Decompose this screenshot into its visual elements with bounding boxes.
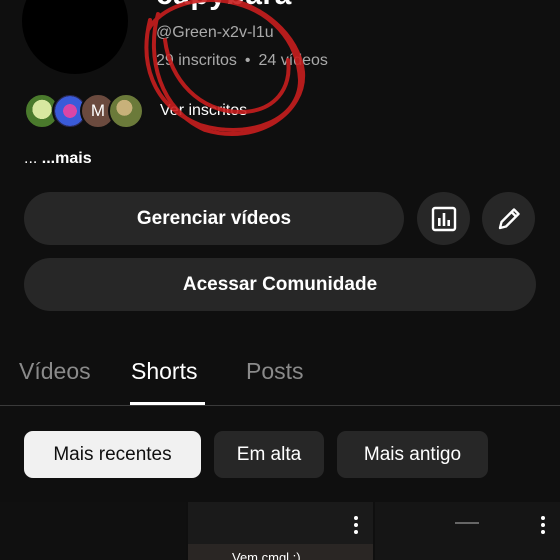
- analytics-button[interactable]: [417, 192, 470, 245]
- view-subscribers-link[interactable]: Ver inscritos: [160, 102, 247, 120]
- video-count: 24 vídeos: [258, 52, 328, 69]
- channel-description[interactable]: ... ...mais: [24, 150, 92, 168]
- thumbnail-image: [455, 522, 479, 524]
- more-options-icon[interactable]: [353, 516, 359, 536]
- short-thumbnail[interactable]: [375, 502, 560, 560]
- description-text: ...: [24, 150, 42, 167]
- subscriber-count: 29 inscritos: [156, 52, 237, 69]
- filter-chip-recent[interactable]: Mais recentes: [24, 431, 201, 478]
- more-options-icon[interactable]: [540, 516, 546, 536]
- edit-channel-button[interactable]: [482, 192, 535, 245]
- tab-shorts[interactable]: Shorts: [131, 358, 197, 385]
- channel-handle: @Green-x2v-l1u: [156, 24, 274, 41]
- channel-stats: 29 inscritos • 24 vídeos: [156, 52, 328, 70]
- channel-name: capybara: [156, 0, 292, 12]
- active-tab-indicator: [130, 402, 205, 405]
- subscriber-avatar: [108, 93, 144, 129]
- stats-separator: •: [244, 52, 251, 69]
- subscribers-preview[interactable]: M Ver inscritos: [24, 92, 247, 130]
- channel-avatar[interactable]: [22, 0, 128, 74]
- short-thumbnail[interactable]: Vem cmgl ;): [188, 502, 373, 560]
- filter-chip-oldest[interactable]: Mais antigo: [337, 431, 488, 478]
- pencil-icon: [498, 207, 520, 229]
- community-button[interactable]: Acessar Comunidade: [24, 258, 536, 311]
- analytics-icon: [431, 206, 456, 231]
- manage-videos-button[interactable]: Gerenciar vídeos: [24, 192, 404, 245]
- tab-videos[interactable]: Vídeos: [19, 358, 91, 385]
- tab-posts[interactable]: Posts: [246, 358, 304, 385]
- filter-chip-trending[interactable]: Em alta: [214, 431, 324, 478]
- short-thumbnail[interactable]: [0, 502, 186, 560]
- channel-tabs: Vídeos Shorts Posts: [0, 350, 560, 406]
- short-caption: Vem cmgl ;): [232, 550, 301, 560]
- more-link[interactable]: ...mais: [42, 150, 92, 167]
